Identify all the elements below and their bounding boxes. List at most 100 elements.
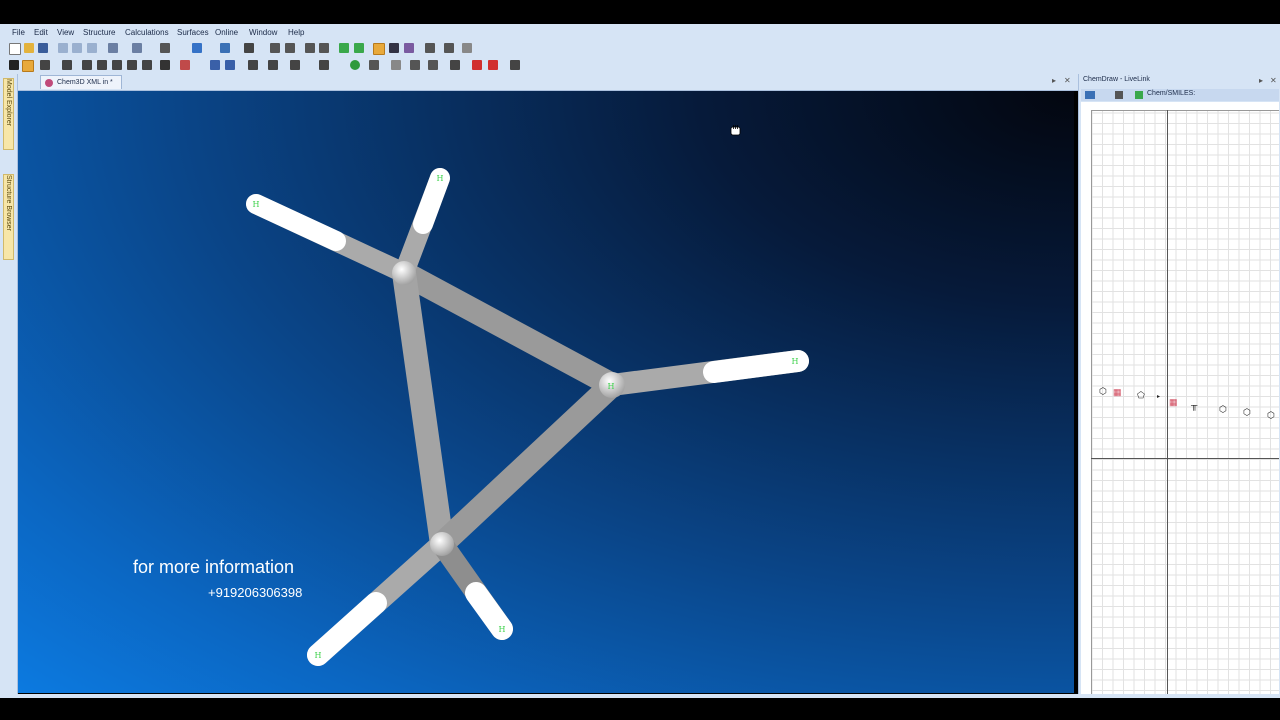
carbon-carbon-bond bbox=[430, 373, 624, 556]
menu-edit[interactable]: Edit bbox=[34, 28, 48, 37]
eraser-icon[interactable] bbox=[180, 60, 190, 70]
close-icon[interactable]: ✕ bbox=[1064, 76, 1071, 85]
hydrogen-label: H bbox=[253, 200, 260, 209]
menu-view[interactable]: View bbox=[57, 28, 74, 37]
carbon-atom bbox=[430, 532, 454, 556]
tools-icon[interactable] bbox=[1085, 91, 1095, 99]
hydrogen-cap bbox=[465, 582, 513, 640]
hydrogen-cap bbox=[246, 194, 346, 251]
copy-icon[interactable] bbox=[58, 43, 68, 53]
paste-icon[interactable] bbox=[87, 43, 97, 53]
depth-icon[interactable] bbox=[510, 60, 520, 70]
tab-label: Chem3D XML in * bbox=[57, 79, 113, 86]
arrow-icon[interactable]: ▸ bbox=[1157, 393, 1160, 400]
ring-icon[interactable]: ⬡ bbox=[1219, 404, 1227, 415]
smiles-label: Chem/SMILES: bbox=[1147, 90, 1196, 97]
tab-chem3d-xml[interactable]: Chem3D XML in * bbox=[40, 75, 122, 89]
dots-icon[interactable] bbox=[450, 60, 460, 70]
display-mode-icon[interactable] bbox=[220, 43, 230, 53]
hydrogen-cap bbox=[307, 592, 387, 666]
molecule-icon bbox=[45, 79, 53, 87]
stop-icon[interactable] bbox=[319, 60, 329, 70]
hand-cursor-icon bbox=[730, 125, 741, 136]
carbon-atom-icon[interactable] bbox=[373, 43, 385, 55]
undo-icon[interactable] bbox=[108, 43, 118, 53]
triple-bond-icon[interactable] bbox=[127, 60, 137, 70]
cut-icon[interactable] bbox=[72, 43, 82, 53]
menu-window[interactable]: Window bbox=[249, 28, 277, 37]
left-ruler bbox=[1081, 110, 1092, 696]
pen-icon[interactable] bbox=[290, 60, 300, 70]
chemdraw-livelink-panel: ChemDraw - LiveLink ▸ ✕ Chem/SMILES: ⬡ ▦… bbox=[1078, 74, 1280, 698]
add-hydrogen-icon[interactable] bbox=[339, 43, 349, 53]
template-icon[interactable]: ▦ bbox=[1113, 387, 1122, 398]
menu-help[interactable]: Help bbox=[288, 28, 304, 37]
label-icon[interactable] bbox=[319, 43, 329, 53]
select-arrow-icon[interactable] bbox=[9, 60, 19, 70]
chemdraw-canvas[interactable]: ⬡ ▦ ⬠ ▸ ▦ ╥ ⬡ ⬡ ⬡ bbox=[1081, 102, 1279, 696]
top-black-bar bbox=[0, 0, 1280, 24]
template-icon[interactable]: ▦ bbox=[1169, 397, 1178, 408]
distance-icon[interactable] bbox=[428, 60, 438, 70]
hydrogen-label: H bbox=[792, 357, 799, 366]
charge-icon[interactable] bbox=[488, 60, 498, 70]
save-icon[interactable] bbox=[38, 43, 48, 53]
text-tool-icon[interactable] bbox=[160, 60, 170, 70]
color-icon[interactable] bbox=[268, 60, 278, 70]
rotate-icon[interactable] bbox=[305, 43, 315, 53]
pentagon-icon[interactable]: ⬠ bbox=[1137, 390, 1145, 401]
clean-icon[interactable] bbox=[354, 43, 364, 53]
building-toolbar bbox=[0, 57, 1280, 74]
axis-icon[interactable] bbox=[248, 60, 258, 70]
print-icon[interactable] bbox=[160, 43, 170, 53]
info-text: for more information bbox=[133, 557, 295, 577]
rotate-tool-icon[interactable] bbox=[40, 60, 50, 70]
table-icon[interactable]: ╥ bbox=[1191, 400, 1197, 410]
translate-icon[interactable] bbox=[82, 60, 92, 70]
trackball-icon[interactable] bbox=[62, 60, 72, 70]
hexagon-icon[interactable]: ⬡ bbox=[1099, 386, 1107, 397]
angle-icon[interactable] bbox=[410, 60, 420, 70]
movie-icon[interactable] bbox=[369, 60, 379, 70]
menu-calculations[interactable]: Calculations bbox=[125, 28, 169, 37]
panel-close-icon[interactable]: ✕ bbox=[1270, 76, 1277, 85]
copy-icon[interactable] bbox=[1115, 91, 1123, 99]
hydrogen-label: H bbox=[437, 174, 444, 183]
hand-tool-icon[interactable] bbox=[22, 60, 34, 72]
arrow-right-icon[interactable]: ▸ bbox=[1052, 76, 1056, 85]
fit-icon[interactable] bbox=[210, 60, 220, 70]
new-file-icon[interactable] bbox=[9, 43, 21, 55]
pin-icon[interactable]: ▸ bbox=[1259, 76, 1263, 85]
double-bond-icon[interactable] bbox=[112, 60, 122, 70]
menu-online[interactable]: Online bbox=[215, 28, 238, 37]
menu-file[interactable]: File bbox=[12, 28, 25, 37]
menu-surfaces[interactable]: Surfaces bbox=[177, 28, 209, 37]
one-icon[interactable] bbox=[389, 43, 399, 53]
smiles-icon[interactable] bbox=[1135, 91, 1143, 99]
background-icon[interactable] bbox=[244, 43, 254, 53]
bond-tool-icon[interactable] bbox=[192, 43, 202, 53]
surface-icon[interactable] bbox=[444, 43, 454, 53]
spin-icon[interactable] bbox=[391, 60, 401, 70]
vertical-axis bbox=[1167, 110, 1168, 696]
molecule-model[interactable]: H H H H H H bbox=[18, 91, 1074, 693]
measure-icon[interactable] bbox=[425, 43, 435, 53]
structure-browser-tab[interactable]: Structure Browser bbox=[3, 174, 14, 260]
res-icon[interactable] bbox=[404, 43, 414, 53]
single-bond-icon[interactable] bbox=[97, 60, 107, 70]
stereo-icon[interactable] bbox=[285, 43, 295, 53]
model-explorer-tab[interactable]: Model Explorer bbox=[3, 78, 14, 150]
play-icon[interactable] bbox=[350, 60, 360, 70]
lightning-icon[interactable] bbox=[472, 60, 482, 70]
ring-icon[interactable]: ⬡ bbox=[1243, 407, 1251, 418]
3d-model-viewport[interactable]: H H H H H H for more information +919206… bbox=[18, 91, 1074, 693]
more-icon[interactable] bbox=[462, 43, 472, 53]
ring-icon[interactable]: ⬡ bbox=[1267, 410, 1275, 421]
link-icon[interactable] bbox=[270, 43, 280, 53]
left-dock-strip: Model Explorer Structure Browser bbox=[0, 74, 18, 694]
redo-icon[interactable] bbox=[132, 43, 142, 53]
menu-structure[interactable]: Structure bbox=[83, 28, 115, 37]
zoom-icon[interactable] bbox=[225, 60, 235, 70]
dummy-bond-icon[interactable] bbox=[142, 60, 152, 70]
open-folder-icon[interactable] bbox=[24, 43, 34, 53]
